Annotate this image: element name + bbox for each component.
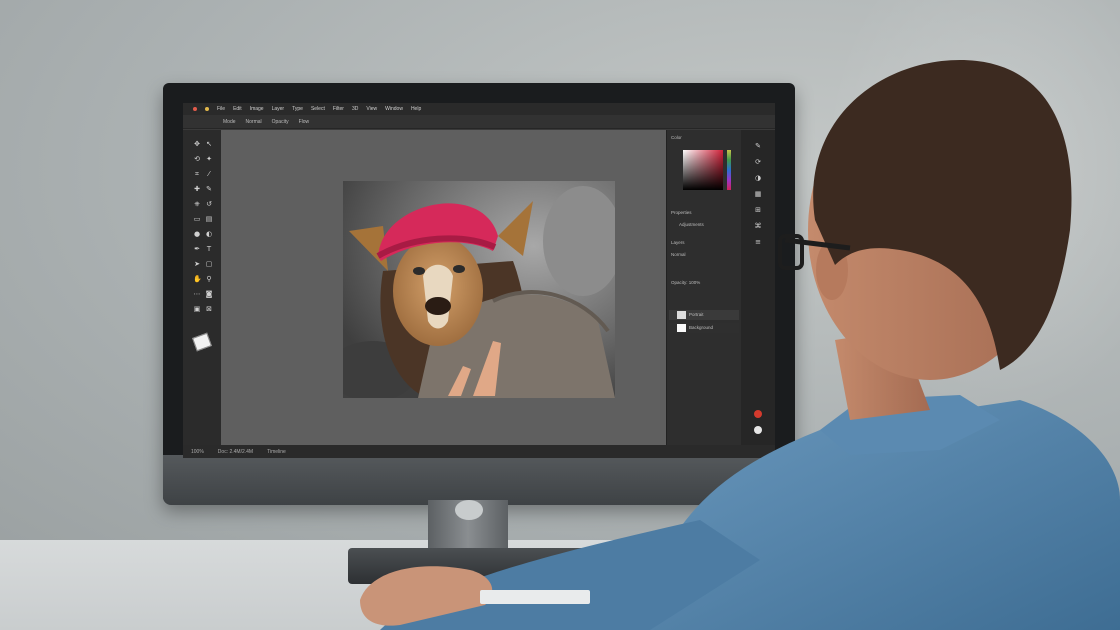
eyedropper-tool-icon[interactable]: ⁄ [205,170,213,178]
document-size: Doc: 2.4M/2.4M [217,448,254,455]
layer-thumbnail [677,311,686,319]
panel-dock-icons: ✎ ⟳ ◑ ▦ ⊞ ⌘ ≡ [741,130,775,445]
adjustments-icon[interactable]: ◑ [754,174,762,182]
frame-tool-icon[interactable]: ⊠ [205,305,213,313]
menu-item-filter[interactable]: Filter [333,106,344,112]
magic-wand-tool-icon[interactable]: ✦ [205,155,213,163]
menu-item-layer[interactable]: Layer [272,106,285,112]
layers-panel-tab[interactable]: Layers [671,240,685,245]
edited-photo-dog-in-hat[interactable] [343,181,615,398]
monitor-stand-base [348,548,606,584]
eraser-tool-icon[interactable]: ▭ [193,215,201,223]
play-icon[interactable] [754,426,762,434]
menu-item-help[interactable]: Help [411,106,421,112]
menu-item-3d[interactable]: 3D [352,106,358,112]
blend-mode-dropdown[interactable]: Normal [671,252,686,257]
brush-tool-icon[interactable]: ✎ [205,185,213,193]
edit-toolbar-icon[interactable]: ⋯ [193,290,201,298]
layer-row-portrait[interactable]: Portrait [669,310,739,320]
history-brush-tool-icon[interactable]: ↺ [205,200,213,208]
options-bar: Mode Normal Opacity Flow [183,115,775,129]
foreground-background-color-swatch[interactable] [192,332,212,352]
path-selection-tool-icon[interactable]: ➤ [193,260,201,268]
clone-stamp-tool-icon[interactable]: ⎈ [193,200,201,208]
record-icon[interactable] [754,410,762,418]
blur-tool-icon[interactable]: ● [193,230,201,238]
libraries-icon[interactable]: ⊞ [754,206,762,214]
tools-panel: ✥ ↖ ⟲ ✦ ⌗ ⁄ ✚ ✎ ⎈ ↺ ▭ ▤ ● ◐ ✒ T ➤ ▢ ✋ ⚲ … [183,130,221,445]
menu-item-type[interactable]: Type [292,106,303,112]
menu-item-select[interactable]: Select [311,106,325,112]
rectangle-tool-icon[interactable]: ▢ [205,260,213,268]
timeline-label[interactable]: Timeline [267,449,286,455]
healing-brush-tool-icon[interactable]: ✚ [193,185,201,193]
opacity-field[interactable]: Opacity: 100% [671,280,700,285]
color-picker-field[interactable] [683,150,723,190]
monitor-stand-cable-hole [455,500,483,520]
hue-slider[interactable] [727,150,731,190]
gradient-tool-icon[interactable]: ▤ [205,215,213,223]
zoom-level[interactable]: 100% [191,449,204,455]
option-normal[interactable]: Normal [246,119,262,125]
menu-item-window[interactable]: Window [385,106,403,112]
layer-row-background[interactable]: Background [669,323,739,333]
option-flow[interactable]: Flow [299,119,310,125]
quick-mask-icon[interactable]: ◙ [205,290,213,298]
menu-item-view[interactable]: View [366,106,377,112]
pen-tool-icon[interactable]: ✒ [193,245,201,253]
adjustments-label[interactable]: Adjustments [679,222,704,227]
option-mode[interactable]: Mode [223,119,236,125]
wall-texture [820,0,1120,420]
layer-name: Background [689,325,714,330]
menu-bar: File Edit Image Layer Type Select Filter… [183,103,775,115]
hand-tool-icon[interactable]: ✋ [193,275,202,283]
option-opacity[interactable]: Opacity [272,119,289,125]
status-bar: 100% Doc: 2.4M/2.4M Timeline [183,445,775,458]
arrow-tool-icon[interactable]: ↖ [205,140,213,148]
zoom-tool-icon[interactable]: ⚲ [205,275,213,283]
layer-thumbnail [677,324,686,332]
lasso-tool-icon[interactable]: ⟲ [193,155,201,163]
swatches-icon[interactable]: ▦ [754,190,762,198]
channels-icon[interactable]: ≡ [754,238,762,246]
minimize-window-dot[interactable] [205,107,209,111]
dodge-tool-icon[interactable]: ◐ [205,230,213,238]
screen: File Edit Image Layer Type Select Filter… [183,103,775,458]
layer-name: Portrait [689,312,704,317]
menu-item-image[interactable]: Image [250,106,264,112]
history-icon[interactable]: ⟳ [754,158,762,166]
type-tool-icon[interactable]: T [205,245,213,253]
color-panel-tab[interactable]: Color [671,135,682,140]
close-window-dot[interactable] [193,107,197,111]
dog-portrait-illustration [343,181,615,398]
canvas-area[interactable] [221,130,666,445]
screen-mode-icon[interactable]: ▣ [193,305,201,313]
brush-settings-icon[interactable]: ✎ [754,142,762,150]
paths-icon[interactable]: ⌘ [754,222,762,230]
menu-item-edit[interactable]: Edit [233,106,242,112]
menu-item-file[interactable]: File [217,106,225,112]
move-tool-icon[interactable]: ✥ [193,140,201,148]
properties-panel-tab[interactable]: Properties [671,210,692,215]
crop-tool-icon[interactable]: ⌗ [193,170,201,178]
monitor-chin [163,455,795,505]
right-panels: Color Properties Adjustments Layers Norm… [666,130,742,445]
